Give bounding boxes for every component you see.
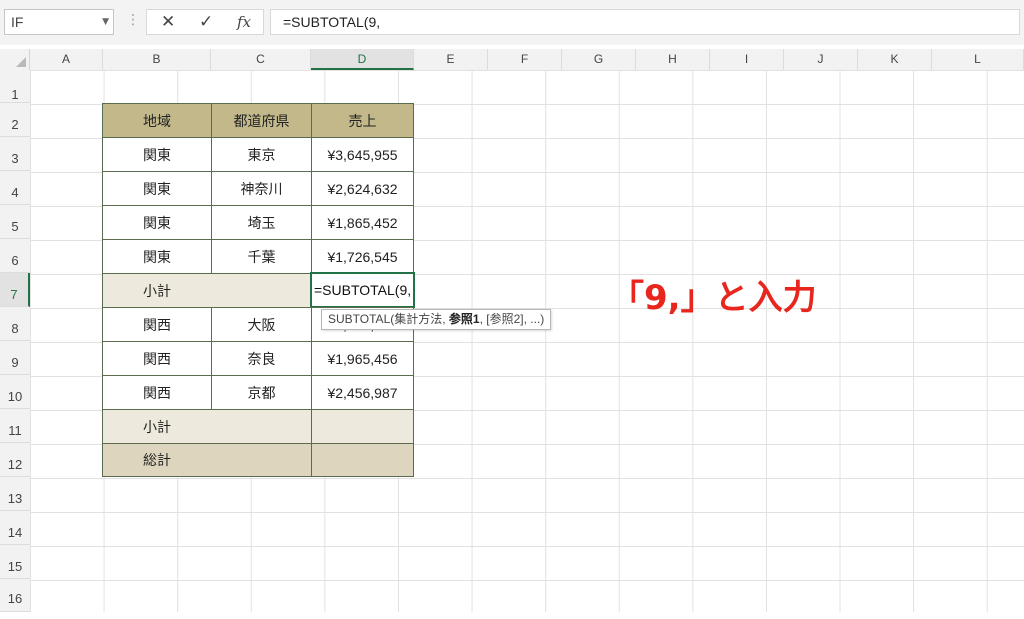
- cell-prefecture[interactable]: 千葉: [211, 239, 312, 274]
- row-header-2[interactable]: 2: [0, 103, 30, 137]
- row-header-1[interactable]: 1: [0, 70, 30, 103]
- subtotal-value[interactable]: [311, 409, 414, 444]
- column-header-a[interactable]: A: [30, 49, 103, 70]
- header-prefecture[interactable]: 都道府県: [211, 103, 312, 138]
- row-header-11[interactable]: 11: [0, 409, 30, 443]
- cell-sales[interactable]: ¥2,456,987: [311, 375, 414, 410]
- column-header-g[interactable]: G: [562, 49, 636, 70]
- column-header-c[interactable]: C: [211, 49, 311, 70]
- cell-sales[interactable]: ¥1,726,545: [311, 239, 414, 274]
- cell-region[interactable]: 関東: [102, 205, 212, 240]
- formula-text: =SUBTOTAL(9,: [283, 14, 381, 30]
- formula-bar: IF ▼ ⋮ ✕ ✓ fx =SUBTOTAL(9,: [0, 0, 1024, 45]
- column-header-b[interactable]: B: [103, 49, 211, 70]
- cell-prefecture[interactable]: 神奈川: [211, 171, 312, 206]
- cell-prefecture[interactable]: 奈良: [211, 341, 312, 376]
- cell-prefecture[interactable]: 埼玉: [211, 205, 312, 240]
- column-header-e[interactable]: E: [414, 49, 488, 70]
- subtotal-label[interactable]: 小計: [102, 273, 312, 308]
- cell-region[interactable]: 関西: [102, 375, 212, 410]
- header-sales[interactable]: 売上: [311, 103, 414, 138]
- formula-buttons: ✕ ✓ fx: [146, 9, 264, 35]
- cell-region[interactable]: 関西: [102, 307, 212, 342]
- cell-region[interactable]: 関東: [102, 239, 212, 274]
- total-value[interactable]: [311, 443, 414, 477]
- column-headers: A B C D E F G H I J K L: [0, 49, 1024, 71]
- name-box-value: IF: [11, 14, 24, 30]
- cell-region[interactable]: 関西: [102, 341, 212, 376]
- formula-input[interactable]: =SUBTOTAL(9,: [270, 9, 1020, 35]
- column-header-h[interactable]: H: [636, 49, 710, 70]
- row-header-12[interactable]: 12: [0, 443, 30, 477]
- cell-sales[interactable]: ¥2,624,632: [311, 171, 414, 206]
- cell-prefecture[interactable]: 東京: [211, 137, 312, 172]
- row-header-15[interactable]: 15: [0, 545, 30, 579]
- annotation-text: 「9,」と入力: [610, 278, 817, 318]
- chevron-down-icon[interactable]: ▼: [102, 17, 109, 27]
- row-header-10[interactable]: 10: [0, 375, 30, 409]
- enter-icon[interactable]: ✓: [199, 12, 213, 32]
- tooltip-current-arg[interactable]: 参照1: [449, 312, 480, 326]
- cell-sales[interactable]: ¥3,645,955: [311, 137, 414, 172]
- tooltip-function: SUBTOTAL(集計方法,: [328, 312, 449, 326]
- row-headers: 1 2 3 4 5 6 7 8 9 10 11 12 13 14 15 16: [0, 70, 31, 612]
- column-header-d[interactable]: D: [311, 49, 414, 70]
- select-all-corner[interactable]: [0, 49, 30, 70]
- row-header-4[interactable]: 4: [0, 171, 30, 205]
- row-header-8[interactable]: 8: [0, 307, 30, 341]
- row-header-6[interactable]: 6: [0, 239, 30, 273]
- row-header-7[interactable]: 7: [0, 273, 30, 307]
- column-header-i[interactable]: I: [710, 49, 784, 70]
- row-header-14[interactable]: 14: [0, 511, 30, 545]
- cell-prefecture[interactable]: 大阪: [211, 307, 312, 342]
- column-header-j[interactable]: J: [784, 49, 858, 70]
- row-header-9[interactable]: 9: [0, 341, 30, 375]
- function-tooltip[interactable]: SUBTOTAL(集計方法, 参照1, [参照2], ...): [321, 309, 552, 330]
- cell-sales[interactable]: ¥1,865,452: [311, 205, 414, 240]
- cell-sales[interactable]: ¥1,965,456: [311, 341, 414, 376]
- tooltip-rest: , [参照2], ...): [479, 312, 545, 326]
- active-cell-value: =SUBTOTAL(9,: [314, 282, 412, 298]
- more-options-icon[interactable]: ⋮: [126, 12, 140, 28]
- total-label[interactable]: 総計: [102, 443, 312, 477]
- active-cell-d7[interactable]: =SUBTOTAL(9,: [310, 272, 415, 308]
- name-box[interactable]: IF ▼: [4, 9, 114, 35]
- row-header-13[interactable]: 13: [0, 477, 30, 511]
- column-header-k[interactable]: K: [858, 49, 932, 70]
- row-header-3[interactable]: 3: [0, 137, 30, 171]
- subtotal-label[interactable]: 小計: [102, 409, 312, 444]
- header-region[interactable]: 地域: [102, 103, 212, 138]
- cell-region[interactable]: 関東: [102, 137, 212, 172]
- insert-function-icon[interactable]: fx: [237, 13, 251, 31]
- cancel-icon[interactable]: ✕: [161, 12, 175, 32]
- row-header-5[interactable]: 5: [0, 205, 30, 239]
- column-header-f[interactable]: F: [488, 49, 562, 70]
- row-header-16[interactable]: 16: [0, 579, 30, 612]
- cell-region[interactable]: 関東: [102, 171, 212, 206]
- column-header-l[interactable]: L: [932, 49, 1024, 70]
- cell-prefecture[interactable]: 京都: [211, 375, 312, 410]
